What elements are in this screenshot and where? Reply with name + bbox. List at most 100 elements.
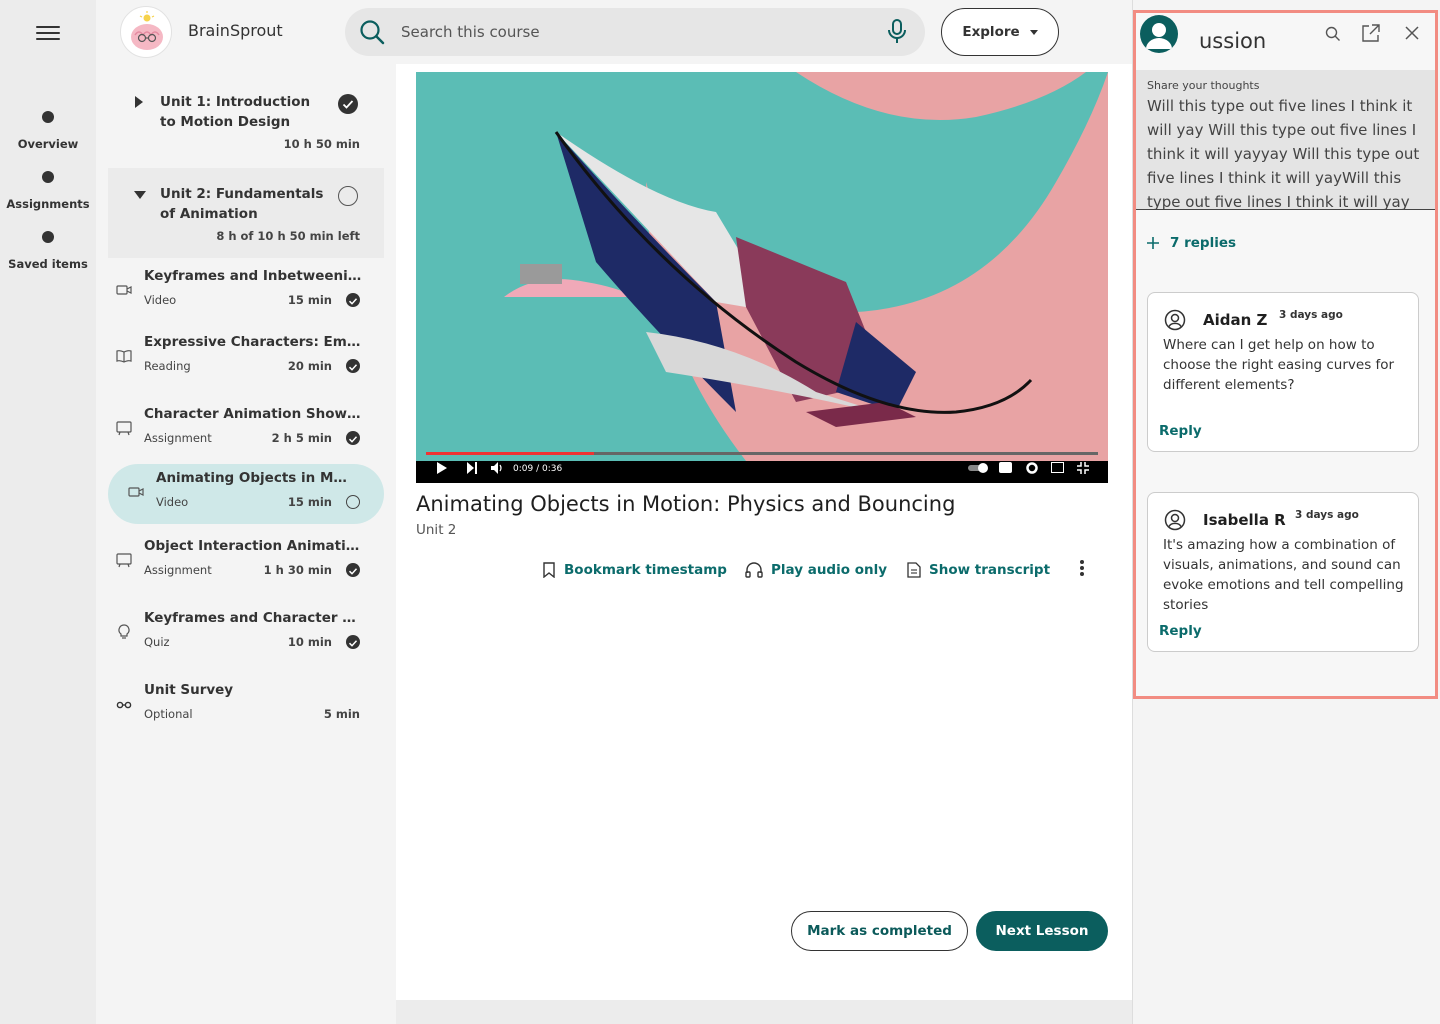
- video-icon: [128, 487, 144, 497]
- skip-next-icon[interactable]: [466, 462, 478, 474]
- user-avatar-icon: [1164, 509, 1186, 531]
- search-icon[interactable]: [1325, 26, 1341, 42]
- rail-item-overview[interactable]: Overview: [0, 111, 96, 151]
- progress-fill: [426, 452, 594, 455]
- lesson-item[interactable]: Character Animation Showcase Assignment …: [108, 400, 384, 460]
- lesson-type: Video: [144, 293, 177, 307]
- brain-logo-icon[interactable]: [120, 6, 172, 58]
- lesson-item[interactable]: Expressive Characters: Emoti… Reading 20…: [108, 328, 384, 388]
- comment-card: Aidan Z 3 days ago Where can I get help …: [1147, 292, 1419, 452]
- rail-item-assignments[interactable]: Assignments: [0, 171, 96, 211]
- lightbulb-icon: [118, 624, 130, 639]
- search-icon[interactable]: [359, 19, 385, 45]
- unit-1[interactable]: Unit 1: Introduction to Motion Design 10…: [108, 80, 384, 160]
- video-controls: 0:09 / 0:36: [416, 452, 1108, 483]
- lesson-item[interactable]: Object Interaction Animation Assignment …: [108, 532, 384, 592]
- lesson-item[interactable]: Keyframes and Inbetweening Video 15 min: [108, 262, 384, 322]
- captions-icon[interactable]: [999, 462, 1012, 473]
- empty-circle-icon: [346, 495, 360, 509]
- more-options-icon[interactable]: [1078, 558, 1086, 576]
- check-circle-icon: [346, 293, 360, 307]
- glasses-icon: [116, 701, 132, 709]
- autoplay-toggle-icon[interactable]: [968, 462, 990, 474]
- lesson-title: Expressive Characters: Emoti…: [144, 334, 362, 350]
- triangle-down-icon: [134, 191, 146, 199]
- headphones-icon: [745, 562, 763, 578]
- lesson-item[interactable]: Keyframes and Character Ani… Quiz 10 min: [108, 604, 384, 664]
- book-icon: [116, 350, 132, 363]
- volume-icon[interactable]: [491, 462, 503, 474]
- top-header: BrainSprout Explore: [96, 0, 1132, 64]
- lesson-title: Object Interaction Animation: [144, 538, 362, 554]
- assignment-icon: [116, 421, 132, 436]
- play-audio-only-button[interactable]: Play audio only: [745, 558, 887, 582]
- discussion-panel: ussion Share your thoughts Will this typ…: [1133, 10, 1438, 699]
- reply-button[interactable]: Reply: [1159, 623, 1202, 639]
- cast-icon[interactable]: [1051, 462, 1064, 473]
- unit-title: Unit 1: Introduction to Motion Design: [160, 94, 311, 130]
- fullscreen-exit-icon[interactable]: [1077, 462, 1089, 474]
- share-thoughts-field[interactable]: Share your thoughts Will this type out f…: [1136, 70, 1435, 210]
- lesson-type: Video: [156, 495, 189, 509]
- lesson-duration: 1 h 30 min: [263, 563, 332, 577]
- comment-card: Isabella R 3 days ago It's amazing how a…: [1147, 492, 1419, 652]
- rail-item-saved-items[interactable]: Saved items: [0, 231, 96, 271]
- explore-label: Explore: [962, 24, 1020, 40]
- dot-icon: [42, 111, 54, 123]
- show-transcript-button[interactable]: Show transcript: [907, 558, 1050, 582]
- comment-time: 3 days ago: [1279, 309, 1343, 321]
- user-avatar-icon: [1164, 309, 1186, 331]
- lesson-duration: 15 min: [287, 495, 332, 509]
- empty-circle-icon: [338, 186, 358, 206]
- plus-icon: [1147, 237, 1159, 249]
- next-lesson-button[interactable]: Next Lesson: [976, 911, 1108, 951]
- lesson-item-active[interactable]: Animating Objects in Motio… Video 15 min: [108, 464, 384, 524]
- rail-item-label: Assignments: [6, 197, 90, 211]
- lesson-title: Keyframes and Inbetweening: [144, 268, 362, 284]
- left-rail: Overview Assignments Saved items: [0, 0, 96, 1024]
- user-avatar[interactable]: [1140, 15, 1178, 53]
- thoughts-label: Share your thoughts: [1147, 79, 1260, 92]
- dot-icon: [42, 231, 54, 243]
- triangle-right-icon: [135, 96, 143, 108]
- unit-2[interactable]: Unit 2: Fundamentals of Animation 8 h of…: [108, 168, 384, 258]
- lesson-duration: 20 min: [287, 359, 332, 373]
- bookmark-timestamp-button[interactable]: Bookmark timestamp: [542, 558, 727, 582]
- unit-meta: 8 h of 10 h 50 min left: [216, 229, 360, 243]
- open-external-icon[interactable]: [1361, 23, 1381, 43]
- microphone-icon[interactable]: [887, 19, 907, 45]
- check-circle-icon: [338, 94, 358, 114]
- mark-as-completed-button[interactable]: Mark as completed: [791, 911, 968, 951]
- lesson-type: Assignment: [144, 431, 212, 445]
- video-frame-image: [416, 72, 1108, 461]
- lesson-type: Quiz: [144, 635, 170, 649]
- check-circle-icon: [346, 563, 360, 577]
- transcript-label: Show transcript: [929, 562, 1051, 578]
- lesson-type: Assignment: [144, 563, 212, 577]
- play-icon[interactable]: [436, 462, 448, 474]
- lesson-title: Animating Objects in Motio…: [156, 470, 356, 486]
- progress-track[interactable]: [426, 452, 1098, 455]
- audio-label: Play audio only: [771, 562, 888, 578]
- search-bar: [345, 8, 925, 56]
- rail-item-label: Overview: [17, 137, 79, 151]
- check-circle-icon: [346, 431, 360, 445]
- replies-toggle[interactable]: 7 replies: [1146, 235, 1236, 251]
- lesson-type: Reading: [144, 359, 191, 373]
- lesson-duration: 2 h 5 min: [271, 431, 332, 445]
- rail-item-label: Saved items: [8, 257, 88, 271]
- lesson-item[interactable]: Unit Survey Optional 5 min: [108, 676, 384, 736]
- close-icon[interactable]: [1404, 25, 1420, 41]
- explore-button[interactable]: Explore: [941, 8, 1059, 56]
- comment-author: Isabella R: [1203, 511, 1286, 529]
- settings-gear-icon[interactable]: [1026, 462, 1038, 474]
- bookmark-icon: [543, 562, 555, 578]
- reply-button[interactable]: Reply: [1159, 423, 1202, 439]
- caret-down-icon: [1029, 29, 1038, 35]
- video-player[interactable]: 0:09 / 0:36: [416, 72, 1108, 483]
- hamburger-menu-icon[interactable]: [36, 22, 60, 42]
- lesson-title: Animating Objects in Motion: Physics and…: [416, 492, 956, 516]
- lesson-main: 0:09 / 0:36 Animating Objects in Motion:…: [396, 64, 1132, 1000]
- comment-body: It's amazing how a combination of visual…: [1163, 537, 1404, 613]
- search-input[interactable]: [401, 20, 861, 44]
